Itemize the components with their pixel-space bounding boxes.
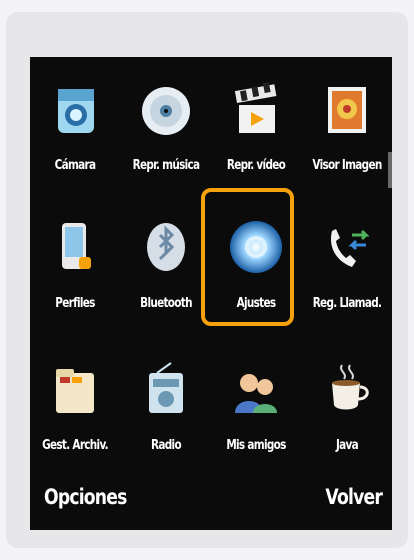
phone-profile-icon <box>62 223 91 269</box>
app-label: Repr. música <box>132 157 200 173</box>
radio-icon <box>149 362 183 413</box>
app-label: Bluetooth <box>140 295 192 311</box>
bluetooth-icon <box>147 223 185 271</box>
clapperboard-icon <box>234 82 277 133</box>
friends-icon <box>235 374 277 413</box>
app-mis-amigos[interactable]: Mis amigos <box>211 337 301 472</box>
app-label: Gest. Archiv. <box>42 437 108 453</box>
java-cup-icon <box>332 364 369 410</box>
phone-screen: Cámara Repr. música Repr. vídeo Visor Im… <box>30 57 392 530</box>
app-label: Radio <box>151 437 182 453</box>
picture-icon <box>328 87 366 133</box>
app-label: Java <box>335 437 359 453</box>
app-label: Visor Imagen <box>312 157 382 173</box>
camera-icon <box>58 89 94 133</box>
app-gest-archiv[interactable]: Gest. Archiv. <box>30 337 120 472</box>
folder-icon <box>56 369 94 413</box>
music-disc-icon <box>142 87 190 135</box>
app-perfiles[interactable]: Perfiles <box>30 195 120 330</box>
app-label: Reg. Llamad. <box>312 295 382 311</box>
app-reg-llamadas[interactable]: Reg. Llamad. <box>302 195 392 330</box>
app-repr-video[interactable]: Repr. vídeo <box>211 57 301 192</box>
app-radio[interactable]: Radio <box>121 337 211 472</box>
selection-highlight <box>201 188 294 326</box>
app-label: Mis amigos <box>226 437 286 453</box>
app-label: Perfiles <box>55 295 95 311</box>
app-visor-imagen[interactable]: Visor Imagen <box>302 57 392 192</box>
app-bluetooth[interactable]: Bluetooth <box>121 195 211 330</box>
app-repr-musica[interactable]: Repr. música <box>121 57 211 192</box>
softkey-right-volver[interactable]: Volver <box>325 485 382 509</box>
softkey-left-opciones[interactable]: Opciones <box>44 485 127 509</box>
call-log-icon <box>330 229 370 267</box>
app-java[interactable]: Java <box>302 337 392 472</box>
app-label: Repr. vídeo <box>226 157 286 173</box>
app-label: Cámara <box>54 157 96 173</box>
app-camara[interactable]: Cámara <box>30 57 120 192</box>
